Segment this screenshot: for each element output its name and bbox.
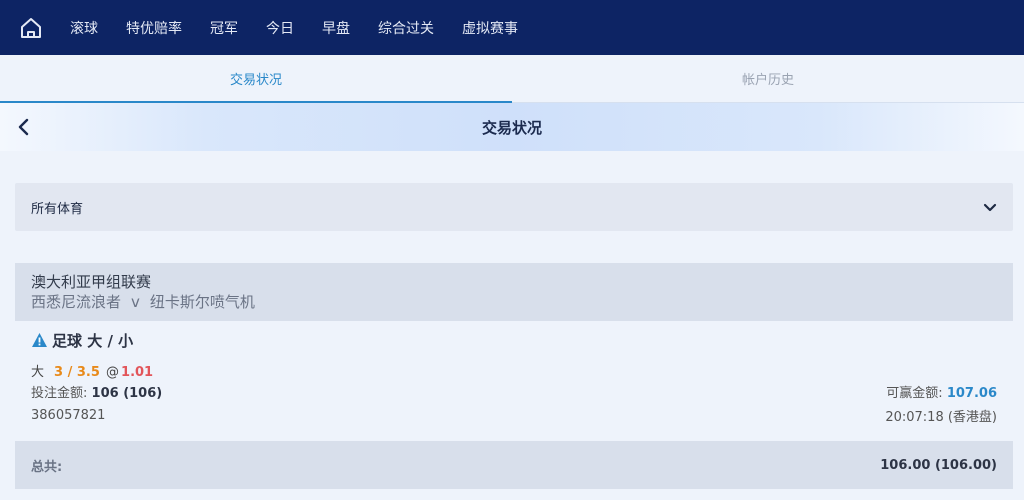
chevron-down-icon [983, 198, 997, 217]
page-header: 交易状况 [0, 103, 1024, 151]
bet-selection: 大 3 / 3.5 @1.01 [31, 361, 997, 380]
total-value: 106.00 (106.00) [880, 457, 997, 473]
sport-filter-label: 所有体育 [31, 201, 84, 217]
top-nav: 滚球 特优赔率 冠军 今日 早盘 综合过关 虚拟赛事 [0, 0, 1024, 55]
bet-type-row: 足球 大 / 小 [31, 329, 997, 351]
bet-detail: 足球 大 / 小 大 3 / 3.5 @1.01 投注金额: 106 (106) … [15, 321, 1013, 441]
nav-item-today[interactable]: 今日 [266, 18, 294, 38]
nav-item-early[interactable]: 早盘 [322, 18, 350, 38]
league-name: 澳大利亚甲组联赛 [31, 273, 152, 291]
tab-account-history[interactable]: 帐户历史 [512, 55, 1024, 102]
at-symbol: @ [106, 365, 120, 380]
nav-item-special-odds[interactable]: 特优赔率 [126, 18, 182, 38]
potential-win: 可赢金额: 107.06 [886, 382, 997, 401]
stake-value: 106 (106) [91, 385, 163, 401]
nav-item-live[interactable]: 滚球 [70, 18, 98, 38]
stake-label: 投注金额: [31, 385, 88, 401]
nav-item-parlay[interactable]: 综合过关 [378, 18, 434, 38]
stake-row: 投注金额: 106 (106) 可赢金额: 107.06 [31, 379, 997, 403]
away-team: 纽卡斯尔喷气机 [149, 293, 255, 311]
tab-bar: 交易状况 帐户历史 [0, 55, 1024, 103]
nav-item-virtual[interactable]: 虚拟赛事 [462, 18, 518, 38]
handicap-value: 3 / 3.5 [54, 365, 100, 380]
back-icon[interactable] [12, 115, 36, 139]
win-value: 107.06 [946, 385, 997, 401]
total-label: 总共: [31, 459, 63, 475]
tab-transaction-status[interactable]: 交易状况 [0, 55, 512, 103]
match-teams: 西悉尼流浪者 v 纽卡斯尔喷气机 [31, 292, 997, 312]
selection-label: 大 [31, 365, 45, 380]
sport-filter-dropdown[interactable]: 所有体育 [15, 183, 1013, 231]
stake: 投注金额: 106 (106) [31, 382, 162, 401]
ticket-id: 386057821 [31, 407, 106, 423]
odds-value: 1.01 [121, 365, 154, 380]
nav-item-outright[interactable]: 冠军 [210, 18, 238, 38]
versus-label: v [131, 293, 140, 311]
page-title: 交易状况 [481, 118, 542, 137]
ticket-row: 386057821 20:07:18 (香港盘) [31, 403, 997, 427]
total-row: 总共: 106.00 (106.00) [15, 441, 1013, 489]
warning-icon [31, 332, 48, 348]
bet-type: 足球 大 / 小 [52, 331, 134, 350]
home-icon[interactable] [0, 0, 62, 55]
win-label: 可赢金额: [886, 385, 943, 401]
home-team: 西悉尼流浪者 [31, 293, 122, 311]
league-header: 澳大利亚甲组联赛 西悉尼流浪者 v 纽卡斯尔喷气机 [15, 263, 1013, 321]
bet-time: 20:07:18 (香港盘) [885, 409, 997, 425]
